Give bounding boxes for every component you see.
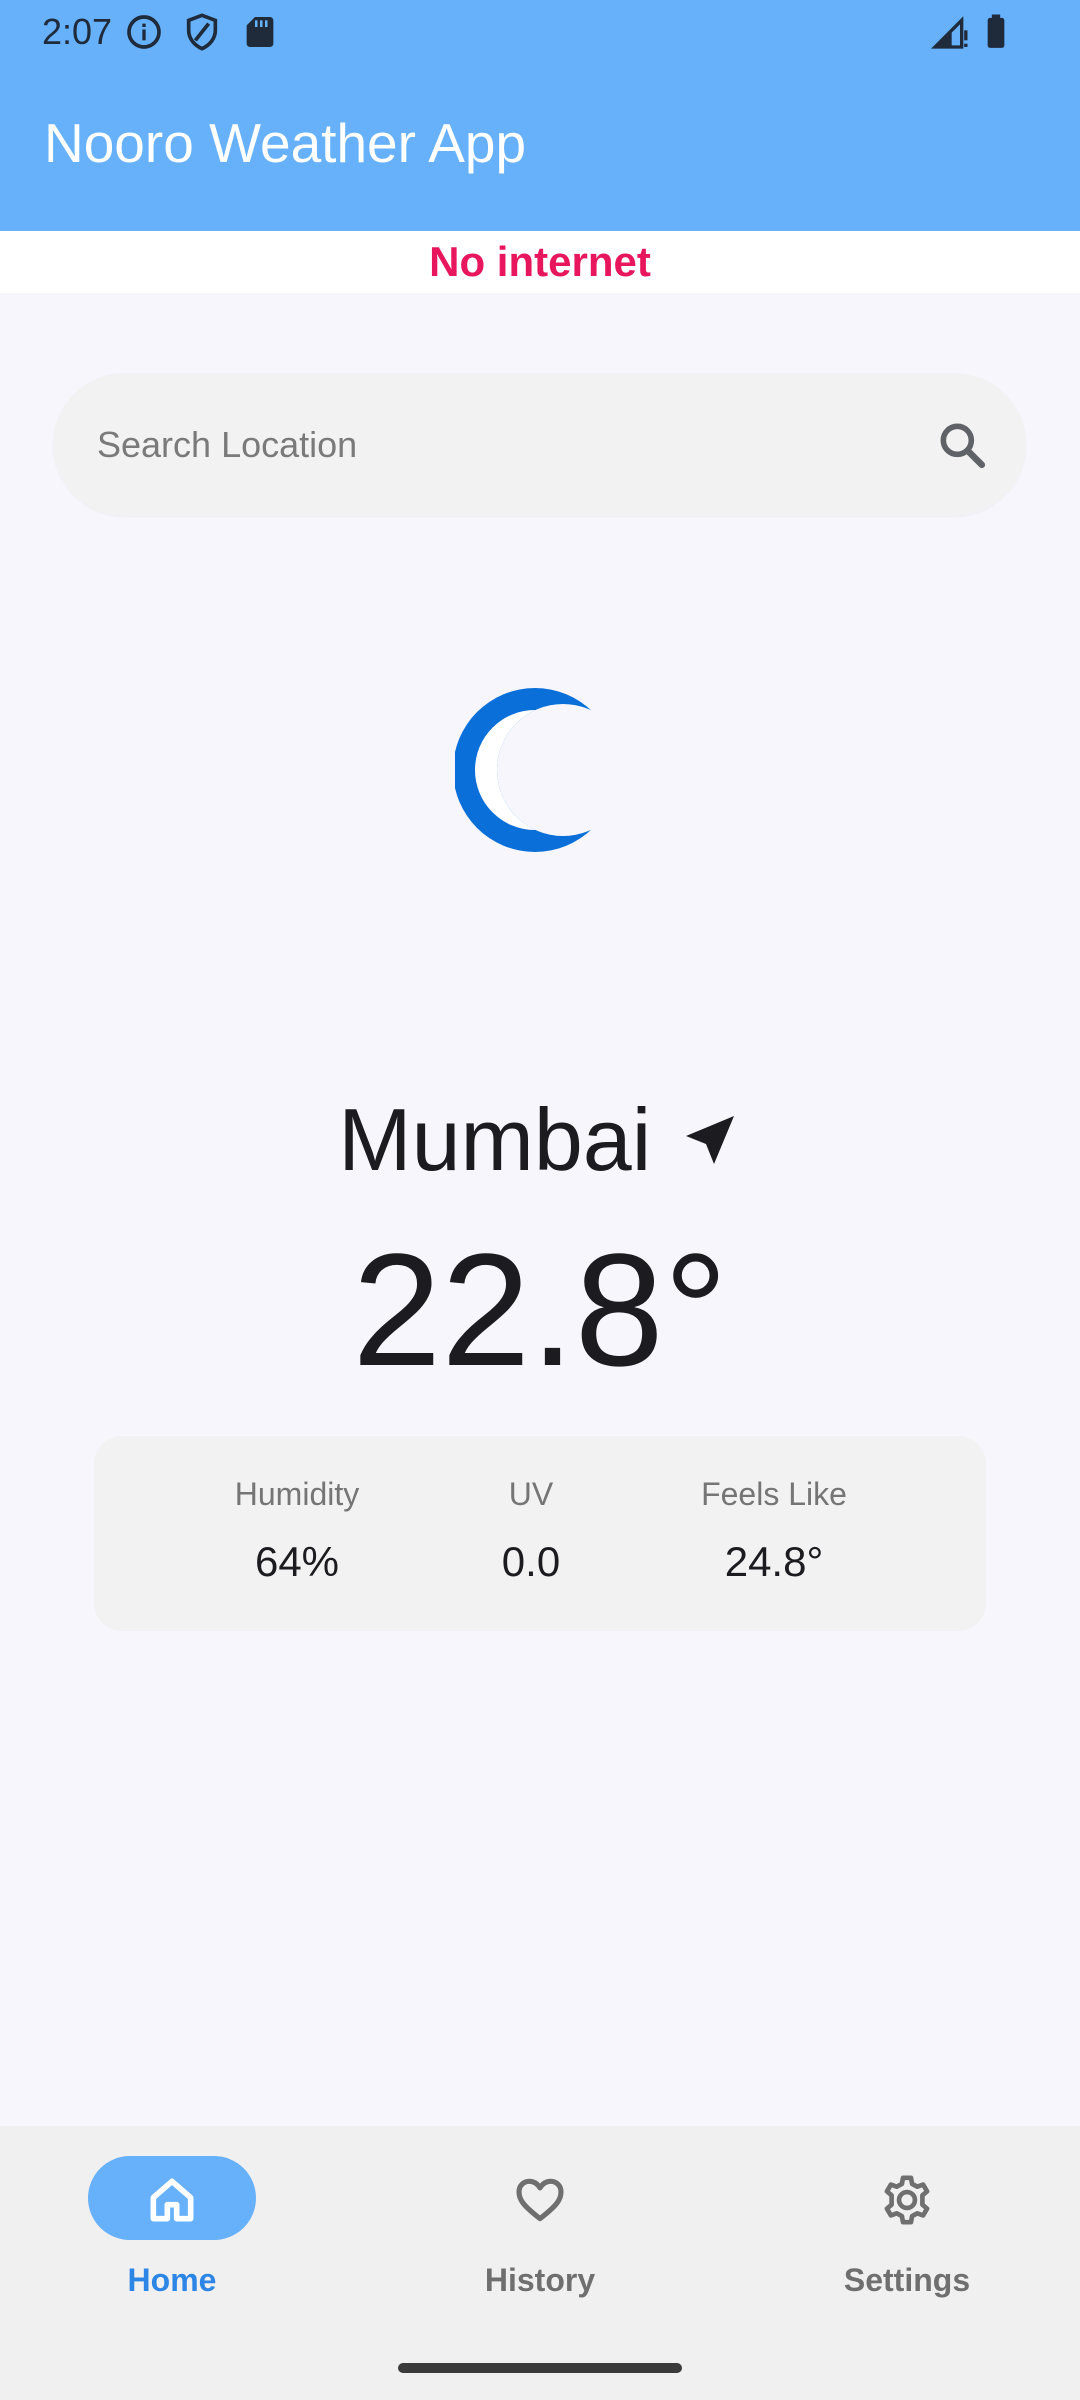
- bottom-navigation: Home History Settings: [0, 2126, 1080, 2400]
- nav-item-home[interactable]: Home: [78, 2156, 278, 2306]
- current-temperature: 22.8°: [352, 1220, 728, 1399]
- banner-text: No internet: [429, 238, 651, 285]
- crescent-moon-icon: [455, 688, 595, 852]
- stat-value: 64%: [254, 1538, 340, 1585]
- nav-label: Home: [127, 2262, 217, 2298]
- shield-icon: [186, 13, 218, 51]
- nav-item-settings[interactable]: Settings: [813, 2156, 1013, 2306]
- sd-card-icon: [246, 17, 274, 47]
- stat-humidity: Humidity 64%: [187, 1474, 407, 1588]
- stat-label: Feels Like: [701, 1476, 847, 1512]
- city-row: Mumbai: [0, 1085, 1080, 1195]
- stat-label: UV: [508, 1476, 554, 1512]
- weather-stats-card: Humidity 64% UV 0.0 Feels Like 24.8°: [94, 1436, 986, 1631]
- search-input[interactable]: [95, 409, 919, 481]
- gesture-home-indicator[interactable]: [398, 2363, 682, 2373]
- home-icon: [150, 2178, 194, 2222]
- stat-value: 0.0: [501, 1538, 561, 1585]
- app-bar: Nooro Weather App: [0, 64, 1080, 231]
- heart-icon: [516, 2178, 564, 2222]
- status-bar: 2:07: [0, 0, 1080, 64]
- location-arrow-icon: [685, 1116, 734, 1164]
- nav-label: History: [484, 2262, 596, 2298]
- nav-label: Settings: [843, 2262, 971, 2298]
- signal-icon: [930, 16, 968, 49]
- stat-value: 24.8°: [724, 1538, 824, 1585]
- info-icon: [127, 15, 161, 49]
- nav-item-history[interactable]: History: [446, 2156, 646, 2306]
- gear-icon: [884, 2175, 930, 2225]
- stat-feels-like: Feels Like 24.8°: [664, 1474, 884, 1588]
- app-title: Nooro Weather App: [44, 112, 527, 174]
- status-time: 2:07: [42, 11, 113, 52]
- battery-icon: [987, 14, 1005, 48]
- search-icon[interactable]: [934, 417, 990, 473]
- weather-screen: 2:07 Nooro Weather App No internet Searc…: [0, 0, 1080, 2400]
- stat-uv: UV 0.0: [421, 1474, 641, 1588]
- no-internet-banner: No internet: [0, 231, 1080, 293]
- city-name: Mumbai: [338, 1090, 652, 1189]
- search-bar[interactable]: [53, 373, 1026, 516]
- stat-label: Humidity: [234, 1476, 360, 1512]
